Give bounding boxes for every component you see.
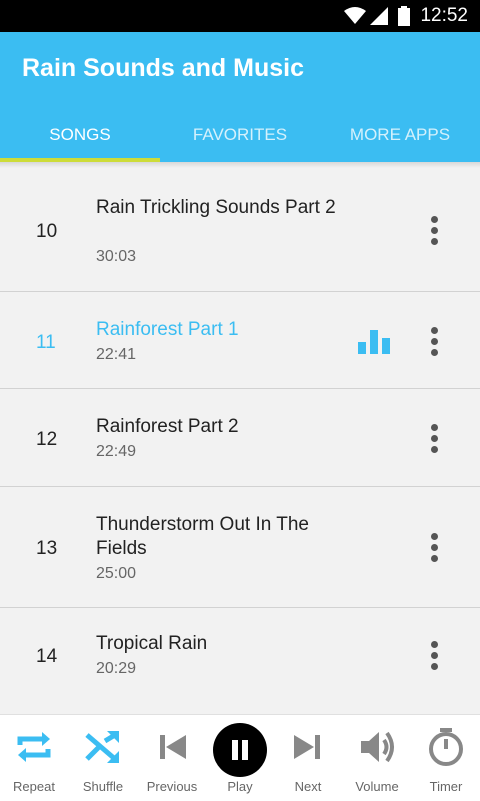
song-number: 11	[36, 332, 56, 353]
more-vert-icon[interactable]	[425, 533, 443, 566]
song-number: 12	[36, 429, 58, 450]
more-vert-icon[interactable]	[425, 216, 443, 249]
song-row[interactable]: 13 Thunderstorm Out In The Fields 25:00	[0, 487, 480, 608]
song-duration: 22:41	[96, 346, 137, 363]
previous-label: Previous	[146, 779, 198, 794]
previous-button[interactable]: Previous	[138, 715, 206, 801]
more-vert-icon[interactable]	[425, 641, 443, 674]
battery-icon	[398, 6, 410, 26]
song-title: Rainforest Part 1	[96, 319, 239, 340]
tab-more-apps[interactable]: MORE APPS	[320, 120, 480, 162]
equalizer-icon	[358, 330, 390, 354]
song-title: Tropical Rain	[96, 633, 208, 654]
skip-previous-icon	[160, 735, 186, 759]
pause-icon	[232, 740, 248, 760]
app-title: Rain Sounds and Music	[22, 54, 304, 82]
song-number: 13	[36, 538, 58, 559]
next-button[interactable]: Next	[274, 715, 342, 801]
next-label: Next	[294, 779, 322, 794]
song-duration: 30:03	[96, 248, 137, 265]
more-vert-icon[interactable]	[425, 327, 443, 360]
repeat-button[interactable]: Repeat	[0, 715, 68, 801]
status-bar: 12:52	[0, 0, 480, 32]
song-list: 10 Rain Trickling Sounds Part 2 30:03 11…	[0, 168, 480, 714]
song-duration: 22:49	[96, 443, 137, 460]
wifi-icon	[344, 7, 366, 24]
tab-songs[interactable]: SONGS	[0, 120, 160, 162]
song-duration: 20:29	[96, 660, 137, 677]
play-button[interactable]: Play	[206, 715, 274, 801]
shuffle-button[interactable]: Shuffle	[69, 715, 137, 801]
skip-next-icon	[294, 735, 320, 759]
clock: 12:52	[420, 5, 468, 26]
tab-bar: SONGS FAVORITES MORE APPS	[0, 120, 480, 162]
play-label: Play	[227, 779, 253, 794]
timer-label: Timer	[429, 779, 463, 794]
volume-icon	[361, 731, 394, 763]
song-title: Rain Trickling Sounds Part 2	[96, 197, 336, 218]
timer-icon	[429, 728, 463, 766]
more-vert-icon[interactable]	[425, 424, 443, 457]
repeat-icon	[17, 732, 51, 762]
song-row[interactable]: 14 Tropical Rain 20:29	[0, 608, 480, 714]
shuffle-label: Shuffle	[82, 779, 124, 794]
song-row[interactable]: 10 Rain Trickling Sounds Part 2 30:03	[0, 168, 480, 292]
song-title: Thunderstorm Out In The Fields	[96, 514, 309, 559]
app-bar: Rain Sounds and Music SONGS FAVORITES MO…	[0, 32, 480, 162]
song-duration: 25:00	[96, 565, 137, 582]
repeat-label: Repeat	[13, 779, 55, 794]
tab-favorites[interactable]: FAVORITES	[160, 120, 320, 162]
song-title: Rainforest Part 2	[96, 416, 239, 437]
shuffle-icon	[85, 731, 119, 763]
volume-label: Volume	[355, 779, 399, 794]
song-row[interactable]: 11 Rainforest Part 1 22:41	[0, 292, 480, 389]
signal-icon	[370, 7, 388, 25]
song-number: 14	[36, 646, 58, 667]
timer-button[interactable]: Timer	[412, 715, 480, 801]
volume-button[interactable]: Volume	[343, 715, 411, 801]
player-controls: Repeat Shuffle Previous Play Next Volume…	[0, 714, 480, 801]
song-row[interactable]: 12 Rainforest Part 2 22:49	[0, 389, 480, 487]
play-pause-circle	[213, 723, 267, 777]
song-number: 10	[36, 221, 58, 242]
